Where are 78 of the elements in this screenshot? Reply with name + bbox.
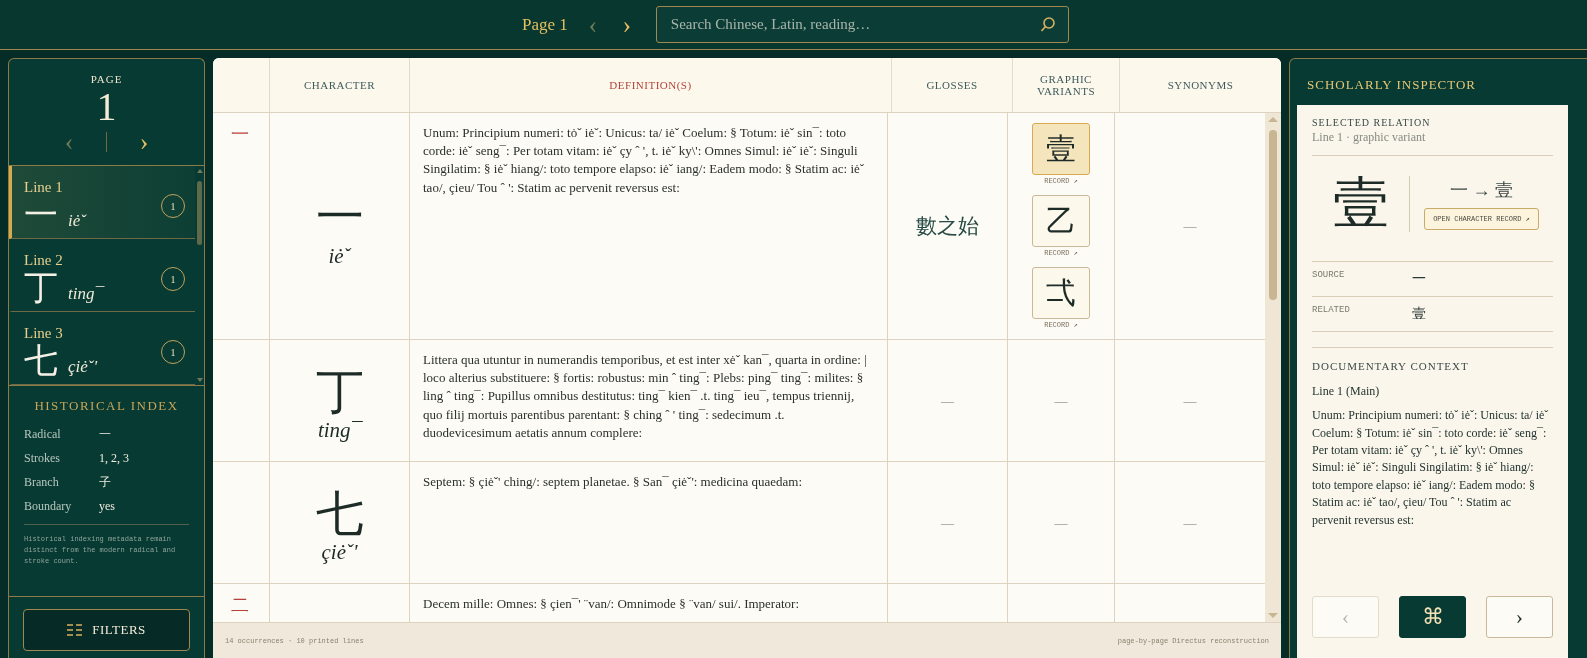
- line-reading: iėˇ: [68, 210, 86, 231]
- search-input[interactable]: Search Chinese, Latin, reading…: [668, 15, 1040, 34]
- definition-text: Littera qua utuntur in numerandis temporibus, et est inter xėˇ kan¯, quarta in ordine: | loco alterius substituere: § fortis: robustus: min ˆ ting¯: Plebs: ping¯ ting¯: milites: § ling ˆ ting¯: Pupillus omnibus destitutus: ting¯ kien¯ .t. ting¯ ieu¯, tempus triennij, quo filij mortuis parentibus parentant: § ching ˆ ' ting¯: sedecimum .t. duodevicesimum aetatis annum complere:: [423, 352, 867, 440]
- definition-text: Septem: § çiėˇ' ching/: septem planetae. § San¯ çiėˇ': medicina quaedam:: [423, 474, 803, 489]
- field-value: 1, 2, 3: [99, 450, 129, 466]
- line-character: 七: [24, 341, 58, 380]
- search-icon[interactable]: [1039, 15, 1056, 34]
- relation-text: 一 → 壹: [1450, 178, 1513, 202]
- filters-button[interactable]: FILTERS: [23, 609, 190, 651]
- field-label: Boundary: [24, 498, 73, 514]
- scroll-down-icon[interactable]: [196, 378, 203, 382]
- line-character: 丁: [24, 268, 58, 307]
- headword-character: 一: [315, 191, 364, 244]
- scroll-up-icon[interactable]: [1268, 117, 1278, 122]
- field-value: 壹: [1412, 305, 1426, 324]
- variant-tile[interactable]: 乙: [1032, 195, 1090, 247]
- empty-value: —: [1183, 392, 1197, 409]
- headword-character: 七: [315, 487, 364, 541]
- field-value: 子: [99, 473, 111, 491]
- column-header: GRAPHIC VARIANTS: [1013, 58, 1120, 112]
- gloss-text: 數之始: [916, 213, 979, 240]
- context-text: Unum: Principium numeri: tȯˇ iėˇ: Unicus: ta/ iėˇ Coelum: § Totum: iėˇ sin¯: toto corde: iėˇ seng¯: Per totam vitam: iėˇ çy ˆ ', t. iėˇ ky\': Omnes Simul: iėˇ iėˇ: Singuli Singilatim: § iėˇ hiang/: toto tempore elapso: iėˇ iang/: Eadem modo: § Statim ac: iėˇ tao/, çieu/ Tou ˆ ': Statim ac pervenit reversus est:: [1312, 407, 1550, 529]
- line-label: Line 1: [24, 178, 64, 196]
- headword-reading: iėˇ: [328, 243, 351, 269]
- command-button[interactable]: ⌘: [1399, 596, 1466, 638]
- next-button[interactable]: ›: [1486, 596, 1553, 638]
- scroll-thumb[interactable]: [1269, 130, 1277, 300]
- scroll-thumb[interactable]: [197, 181, 202, 245]
- field-label: Strokes: [24, 450, 61, 466]
- field-value: 一: [1412, 270, 1426, 289]
- page-label: Page 1: [522, 14, 568, 35]
- line-item[interactable]: Line 2 丁 ting¯ 1: [9, 239, 195, 312]
- line-character: 一: [24, 195, 58, 234]
- line-item[interactable]: Line 1 一 iėˇ 1: [9, 166, 195, 239]
- page-number: 1: [96, 85, 117, 129]
- section-title: DOCUMENTARY CONTEXT: [1312, 360, 1470, 373]
- gloss-text: —: [941, 392, 954, 409]
- gloss-text: —: [941, 514, 954, 531]
- column-header: SYNONYMS: [1166, 78, 1235, 93]
- column-header: GLOSSES: [892, 58, 1013, 112]
- list-icon: [67, 623, 83, 637]
- column-header: CHARACTER: [270, 58, 410, 112]
- definition-text: Decem mille: Omnes: § çien¯' ¨van/: Omnimode § ¨van/ sui/. Imperator:: [423, 596, 799, 611]
- scroll-up-icon[interactable]: [196, 169, 203, 173]
- empty-value: —: [1183, 218, 1197, 234]
- section-title: SELECTED RELATION: [1312, 117, 1432, 128]
- context-line: Line 1 (Main): [1312, 384, 1381, 400]
- variant-tile[interactable]: 壹: [1032, 123, 1090, 175]
- column-header: DEFINITION(S): [410, 58, 892, 112]
- page-caption: PAGE: [90, 73, 123, 85]
- section-title: HISTORICAL INDEX: [33, 398, 180, 414]
- search-field[interactable]: Search Chinese, Latin, reading…: [655, 6, 1069, 43]
- field-label: SOURCE: [1312, 269, 1346, 281]
- line-item[interactable]: Line 3 七 çiėˇ' 1: [9, 312, 195, 385]
- headword-character: 丁: [315, 365, 364, 419]
- next-page-button[interactable]: ›: [609, 11, 644, 38]
- line-label: Line 2: [24, 251, 64, 269]
- field-label: Branch: [24, 474, 60, 490]
- relation-subtitle: Line 1 · graphic variant: [1312, 130, 1427, 145]
- headword-reading: ting¯: [317, 418, 362, 444]
- line-reading: çiėˇ': [68, 356, 98, 377]
- scroll-down-icon[interactable]: [1268, 613, 1278, 618]
- definition-text: Unum: Principium numeri: tȯˇ iėˇ: Unicus: ta/ iėˇ Coelum: § Totum: iėˇ sin¯: toto corde: iėˇ seng¯: Per totam vitam: iėˇ çy ˆ ', t. iėˇ ky\': Omnes Simul: iėˇ iėˇ: Singuli Singilatim: § iėˇ hiang/: toto tempore elapso: iėˇ iang/: Eadem modo: § Statim ac: iėˇ tao/, çieu/ Tou ˆ ': Statim ac pervenit reversus est:: [423, 125, 865, 195]
- panel-title: SCHOLARLY INSPECTOR: [1306, 76, 1478, 94]
- empty-value: —: [1054, 514, 1068, 531]
- line-reading: ting¯: [68, 283, 103, 304]
- scrollbar[interactable]: [1265, 113, 1281, 622]
- empty-value: —: [1054, 392, 1068, 409]
- empty-value: —: [1183, 514, 1197, 531]
- field-value: yes: [99, 498, 115, 514]
- variant-tile[interactable]: 弌: [1032, 267, 1090, 319]
- selected-character: 壹: [1331, 171, 1390, 236]
- next-page-button[interactable]: ›: [127, 129, 161, 155]
- line-label: Line 3: [24, 324, 64, 342]
- headword-reading: çiėˇ': [321, 540, 358, 566]
- field-label: RELATED: [1312, 304, 1351, 316]
- field-value: 一: [99, 425, 111, 443]
- field-label: Radical: [24, 426, 62, 442]
